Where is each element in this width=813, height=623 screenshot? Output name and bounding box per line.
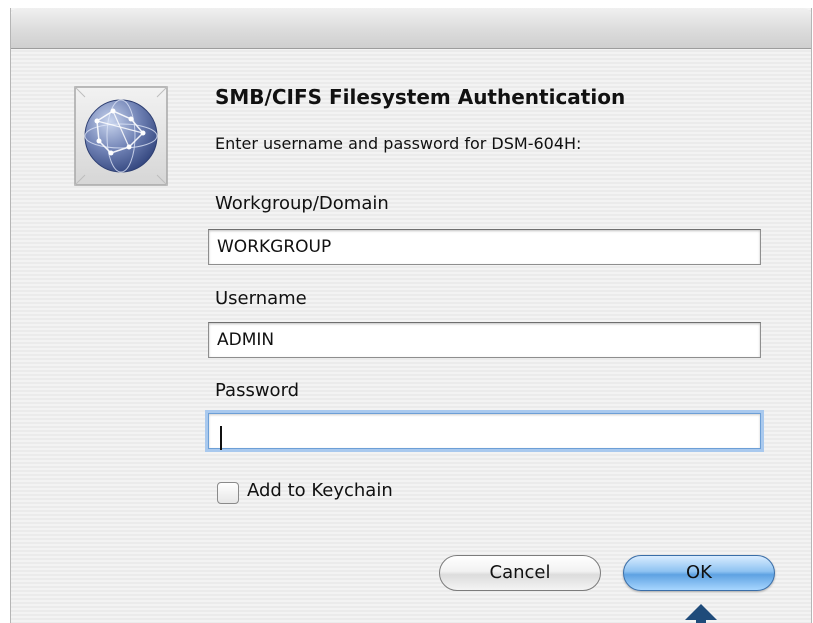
- workgroup-field[interactable]: [208, 229, 761, 265]
- keychain-checkbox[interactable]: [217, 482, 239, 504]
- dialog-subtitle: Enter username and password for DSM-604H…: [215, 134, 582, 153]
- password-field[interactable]: [208, 413, 761, 449]
- keychain-label[interactable]: Add to Keychain: [247, 480, 393, 501]
- username-field[interactable]: [208, 322, 761, 358]
- ok-button[interactable]: OK: [623, 555, 775, 591]
- network-globe-icon: [71, 81, 171, 189]
- username-label: Username: [215, 288, 307, 309]
- dialog-title: SMB/CIFS Filesystem Authentication: [215, 85, 626, 109]
- up-arrow-icon: [684, 604, 718, 623]
- text-caret: [220, 426, 222, 450]
- cancel-button[interactable]: Cancel: [439, 555, 601, 591]
- authentication-dialog: SMB/CIFS Filesystem Authentication Enter…: [10, 8, 812, 623]
- window-title-bar[interactable]: [11, 8, 811, 49]
- password-label: Password: [215, 380, 300, 401]
- workgroup-label: Workgroup/Domain: [215, 193, 389, 214]
